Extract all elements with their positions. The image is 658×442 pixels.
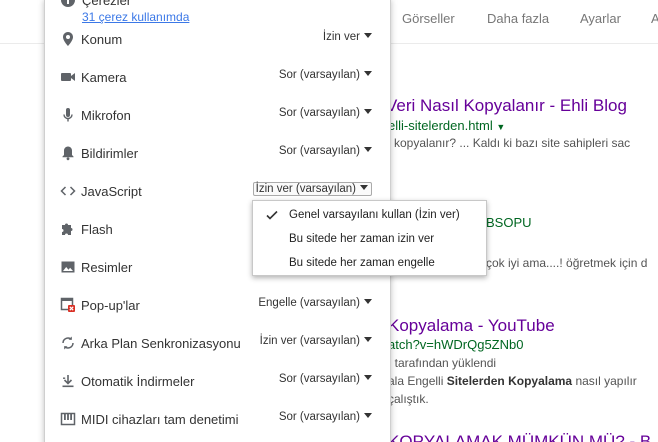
caret-down-icon[interactable]: ▼	[496, 122, 505, 132]
permission-value: Sor (varsayılan)	[278, 145, 360, 157]
permission-value: İzin ver	[322, 31, 360, 43]
permission-row-automatic-downloads: Otomatik İndirmeler Sor (varsayılan)	[45, 362, 390, 400]
location-icon	[60, 31, 76, 47]
permission-row-location: Konum İzin ver	[45, 20, 390, 58]
microphone-icon	[60, 107, 76, 123]
bell-icon	[60, 145, 76, 161]
caret-down-icon	[364, 71, 372, 76]
permission-row-microphone: Mikrofon Sor (varsayılan)	[45, 96, 390, 134]
permission-select-popups[interactable]: Engelle (varsayılan)	[258, 297, 372, 309]
javascript-options-dropdown: Genel varsayılanı kullan (İzin ver) Bu s…	[252, 200, 487, 276]
caret-down-icon	[364, 375, 372, 380]
permission-value: Sor (varsayılan)	[278, 411, 360, 423]
permission-label: Resimler	[81, 260, 133, 275]
permission-label: Kamera	[81, 70, 127, 85]
result-url: atch?v=hWDrQg5ZNb0	[388, 337, 524, 352]
permission-select-javascript[interactable]: İzin ver (varsayılan)	[252, 182, 372, 196]
permission-label: Pop-up'lar	[81, 298, 140, 313]
camera-icon	[60, 69, 76, 85]
result-url-text: elli-sitelerden.html	[388, 118, 493, 133]
permission-value: Sor (varsayılan)	[278, 107, 360, 119]
permission-label: Otomatik İndirmeler	[81, 374, 195, 389]
permission-select-location[interactable]: İzin ver	[323, 31, 372, 43]
dropdown-option-always-block[interactable]: Bu sitede her zaman engelle	[253, 251, 486, 275]
permission-select-camera[interactable]: Sor (varsayılan)	[279, 69, 372, 81]
result-title[interactable]: Veri Nasıl Kopyalanır - Ehli Blog	[386, 96, 627, 116]
permission-select-background-sync[interactable]: İzin ver (varsayılan)	[260, 335, 372, 347]
permission-row-background-sync: Arka Plan Senkronizasyonu İzin ver (vars…	[45, 324, 390, 362]
result-snippet-3: çalıştık.	[388, 392, 429, 406]
dropdown-option-use-default[interactable]: Genel varsayılanı kullan (İzin ver)	[253, 203, 486, 227]
checkmark-icon	[265, 208, 279, 225]
result-snippet: ı tarafından yüklendi	[388, 356, 497, 370]
permission-value: Sor (varsayılan)	[278, 373, 360, 385]
tab-partial[interactable]: A	[651, 11, 658, 26]
permission-value: İzin ver (varsayılan)	[259, 335, 360, 347]
permission-label: Konum	[81, 32, 123, 47]
permission-label: Mikrofon	[81, 108, 131, 123]
tab-more[interactable]: Daha fazla	[487, 11, 549, 26]
permission-row-popups: Pop-up'lar Engelle (varsayılan)	[45, 286, 390, 324]
dropdown-option-always-allow[interactable]: Bu sitede her zaman izin ver	[253, 227, 486, 251]
result-snippet: çok iyi ama....! öğretmek için d	[486, 256, 648, 270]
dropdown-option-label: Bu sitede her zaman engelle	[289, 257, 435, 269]
result-title[interactable]: Kopyalama - YouTube	[388, 316, 555, 336]
permission-select-automatic-downloads[interactable]: Sor (varsayılan)	[279, 373, 372, 385]
permission-label: Arka Plan Senkronizasyonu	[81, 336, 241, 351]
permission-select-midi[interactable]: Sor (varsayılan)	[279, 411, 372, 423]
permission-label: Flash	[81, 222, 113, 237]
tab-settings[interactable]: Ayarlar	[580, 11, 621, 26]
permission-select-microphone[interactable]: Sor (varsayılan)	[279, 107, 372, 119]
code-icon	[60, 183, 76, 199]
piano-icon	[60, 411, 76, 427]
permission-row-midi: MIDI cihazları tam denetimi Sor (varsayı…	[45, 400, 390, 438]
image-icon	[60, 259, 76, 275]
download-icon	[60, 373, 76, 389]
popup-blocked-icon	[60, 297, 76, 313]
info-icon	[60, 0, 76, 13]
tab-images[interactable]: Görseller	[402, 11, 455, 26]
result-snippet: i kopyalanır? ... Kaldı ki bazı site sah…	[388, 136, 631, 150]
caret-down-icon	[364, 299, 372, 304]
permission-value: Engelle (varsayılan)	[258, 297, 360, 309]
caret-down-icon	[364, 337, 372, 342]
dropdown-option-label: Bu sitede her zaman izin ver	[289, 233, 435, 245]
permission-label: JavaScript	[81, 184, 142, 199]
cookies-title: Çerezler	[82, 0, 132, 8]
result-snippet-2: ala Engelli Sitelerden Kopyalama nasıl y…	[388, 374, 637, 388]
permission-label: Bildirimler	[81, 146, 139, 161]
permission-row-camera: Kamera Sor (varsayılan)	[45, 58, 390, 96]
permission-value: Sor (varsayılan)	[278, 69, 360, 81]
puzzle-icon	[60, 221, 76, 237]
result-partial-text: BSOPU	[486, 215, 532, 230]
dropdown-option-label: Genel varsayılanı kullan (İzin ver)	[289, 209, 460, 221]
result-title[interactable]: KOPYALAMAK MÜMKÜN MÜ? - B	[388, 432, 651, 442]
result-url: elli-sitelerden.html ▼	[388, 118, 505, 133]
permission-row-notifications: Bildirimler Sor (varsayılan)	[45, 134, 390, 172]
caret-down-icon	[364, 33, 372, 38]
permission-value: İzin ver (varsayılan)	[255, 183, 356, 195]
caret-down-icon	[364, 147, 372, 152]
caret-down-icon	[364, 109, 372, 114]
caret-down-icon	[360, 185, 368, 190]
permission-select-notifications[interactable]: Sor (varsayılan)	[279, 145, 372, 157]
sync-icon	[60, 335, 76, 351]
caret-down-icon	[364, 413, 372, 418]
permission-label: MIDI cihazları tam denetimi	[81, 412, 239, 427]
